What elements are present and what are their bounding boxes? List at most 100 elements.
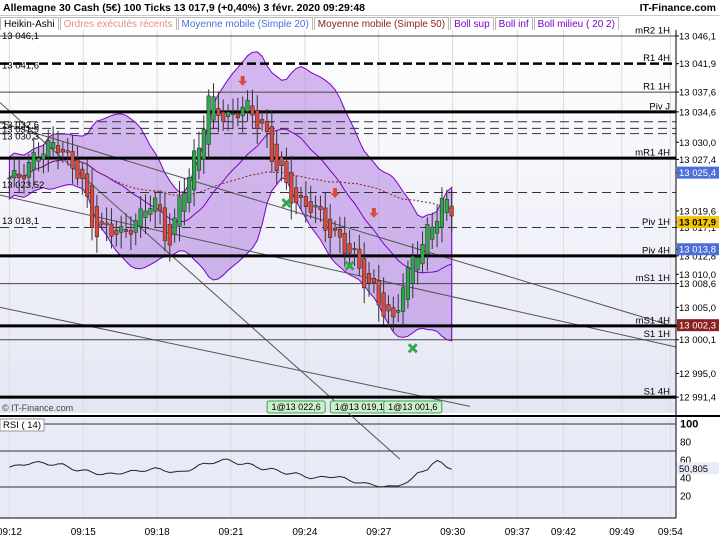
- price-marker-label: 13 017,9: [679, 218, 716, 229]
- candle-body: [119, 226, 124, 233]
- candle-body: [162, 207, 167, 241]
- level-label: mR2 1H: [635, 25, 670, 36]
- rsi-tick-label: 80: [680, 438, 692, 449]
- level-label: Piv J: [649, 101, 670, 112]
- candle-body: [128, 230, 133, 235]
- candle-body: [17, 173, 22, 179]
- candle-body: [36, 157, 41, 162]
- price-tick-label: 13 037,6: [679, 88, 716, 99]
- candle-body: [65, 150, 70, 153]
- candle-body: [391, 307, 396, 318]
- candle-body: [255, 110, 260, 129]
- candle-body: [401, 287, 406, 312]
- candle-body: [172, 217, 177, 235]
- candle-body: [303, 196, 308, 207]
- candle-body: [357, 248, 362, 269]
- candle-body: [60, 148, 65, 153]
- candle-body: [41, 153, 46, 160]
- candle-body: [332, 228, 338, 231]
- candle-body: [439, 197, 444, 228]
- candle-body: [230, 113, 236, 115]
- level-label: S1 1H: [644, 329, 671, 340]
- price-tick-label: 12 995,0: [679, 369, 716, 380]
- candle-body: [386, 304, 391, 312]
- candle-body: [449, 205, 454, 217]
- candle-body: [51, 142, 56, 149]
- candle-body: [99, 221, 104, 225]
- rsi-label: RSI ( 14): [3, 420, 41, 431]
- rsi-tick-label: 20: [680, 492, 692, 503]
- candle-body: [7, 177, 12, 180]
- candle-body: [308, 201, 313, 213]
- price-chart[interactable]: 09:12 09:15 09:18 09:21 09:24 09:27 09:30 09:37…: [0, 0, 720, 540]
- candle-body: [226, 111, 231, 117]
- level-label: R1 4H: [643, 53, 670, 64]
- price-tick-label: 13 000,1: [679, 335, 716, 346]
- candle-body: [143, 210, 148, 218]
- candle-body: [80, 168, 85, 179]
- candle-body: [313, 205, 318, 208]
- candle-body: [420, 244, 425, 265]
- rsi-tick-label: 40: [680, 474, 692, 485]
- time-label: 09:18: [145, 527, 170, 538]
- level-label: R1 1H: [643, 82, 670, 93]
- left-price-label: 13 018,1: [2, 216, 39, 227]
- time-label: 09:54: [658, 527, 683, 538]
- candle-body: [347, 243, 352, 254]
- candle-body: [323, 207, 328, 231]
- candle-body: [109, 223, 114, 237]
- candle-body: [70, 151, 75, 169]
- candle-body: [415, 257, 420, 271]
- candle-body: [396, 310, 401, 313]
- candle-body: [444, 199, 449, 214]
- time-label: 09:27: [366, 527, 391, 538]
- candle-body: [264, 121, 270, 132]
- candle-body: [89, 184, 95, 228]
- price-tick-label: 13 027,4: [679, 155, 716, 166]
- time-label: 09:24: [292, 527, 317, 538]
- candle-body: [104, 222, 109, 226]
- price-marker-label: 13 013,8: [679, 245, 716, 256]
- candle-body: [430, 226, 435, 240]
- candle-body: [425, 224, 430, 255]
- candle-body: [75, 159, 80, 179]
- candle-body: [410, 256, 415, 284]
- candle-body: [94, 206, 99, 238]
- candle-body: [298, 194, 304, 198]
- price-marker-label: 13 025,4: [679, 168, 716, 179]
- candle-body: [235, 113, 240, 119]
- candle-body: [366, 273, 372, 284]
- candle-body: [177, 196, 182, 227]
- price-tick-label: 13 034,6: [679, 107, 716, 118]
- candle-body: [274, 143, 279, 172]
- candle-body: [318, 206, 323, 210]
- candle-body: [376, 280, 381, 306]
- order-label: 1@13 022,6: [272, 402, 321, 412]
- price-tick-label: 13 041,9: [679, 59, 716, 70]
- candle-body: [55, 145, 61, 154]
- candle-body: [158, 204, 163, 212]
- candle-body: [133, 220, 138, 233]
- level-label: Piv 4H: [642, 245, 670, 256]
- candle-body: [138, 208, 143, 227]
- candle-body: [342, 233, 347, 255]
- candle-body: [216, 108, 221, 116]
- candle-body: [114, 229, 119, 235]
- candle-body: [221, 111, 226, 122]
- candle-body: [123, 229, 129, 232]
- rsi-current-label: 50,805: [679, 464, 708, 475]
- candle-body: [269, 126, 274, 162]
- candle-body: [206, 95, 211, 145]
- candle-body: [250, 105, 255, 116]
- time-label: 09:37: [505, 527, 530, 538]
- candle-body: [196, 147, 201, 171]
- left-price-label: 13 046,1: [2, 31, 39, 42]
- level-label: Piv 1H: [642, 217, 670, 228]
- time-label: 09:21: [219, 527, 244, 538]
- candle-body: [26, 162, 31, 178]
- candle-body: [435, 221, 440, 234]
- candle-body: [260, 119, 265, 124]
- candle-body: [381, 292, 386, 317]
- candle-body: [167, 223, 172, 246]
- candle-body: [192, 150, 197, 191]
